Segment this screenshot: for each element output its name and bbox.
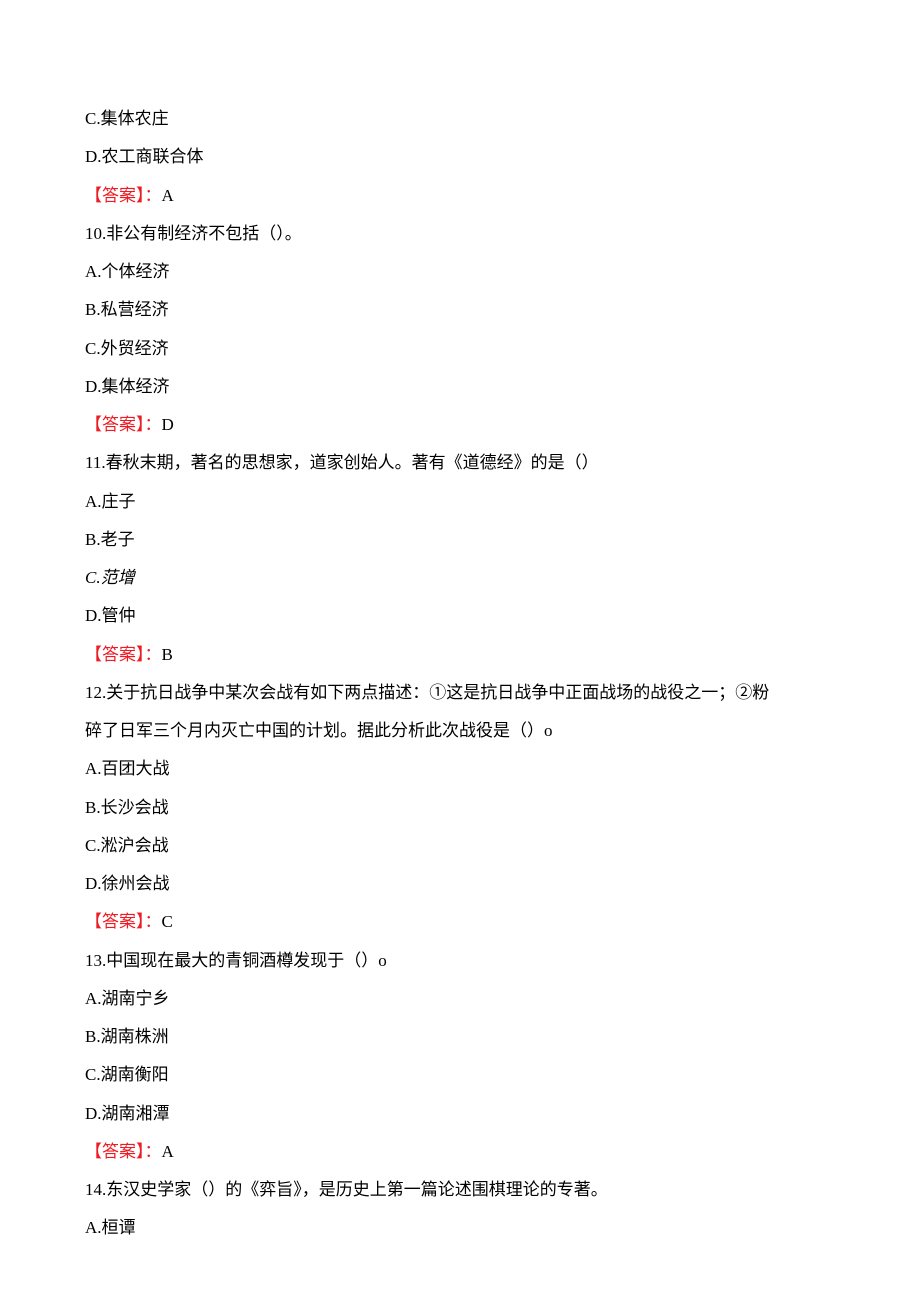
q9-answer-label: 【答案】：: [85, 186, 162, 205]
q11-answer: 【答案】：B: [85, 636, 835, 674]
q12-answer-label: 【答案】：: [85, 912, 162, 931]
q9-option-d: D.农工商联合体: [85, 138, 835, 176]
q14-option-a: A.桓谭: [85, 1209, 835, 1247]
q11-option-a: A.庄子: [85, 483, 835, 521]
q10-stem: 10.非公有制经济不包括（）。: [85, 215, 835, 253]
q9-option-c: C.集体农庄: [85, 100, 835, 138]
q11-answer-value: B: [162, 645, 173, 664]
q10-option-d: D.集体经济: [85, 368, 835, 406]
q11-stem: 11.春秋末期，著名的思想家，道家创始人。著有《道德经》的是（）: [85, 444, 835, 482]
q13-option-d: D.湖南湘潭: [85, 1095, 835, 1133]
q10-option-a: A.个体经济: [85, 253, 835, 291]
q12-answer: 【答案】：C: [85, 903, 835, 941]
document-body: C.集体农庄 D.农工商联合体 【答案】：A 10.非公有制经济不包括（）。 A…: [85, 100, 835, 1248]
q12-answer-value: C: [162, 912, 173, 931]
q13-option-c: C.湖南衡阳: [85, 1056, 835, 1094]
q12-option-d: D.徐州会战: [85, 865, 835, 903]
q13-answer-value: A: [162, 1142, 174, 1161]
q13-option-b: B.湖南株洲: [85, 1018, 835, 1056]
q13-stem: 13.中国现在最大的青铜酒樽发现于（）o: [85, 942, 835, 980]
q10-answer-value: D: [162, 415, 174, 434]
q12-option-a: A.百团大战: [85, 750, 835, 788]
q12-option-c: C.淞沪会战: [85, 827, 835, 865]
q10-option-b: B.私营经济: [85, 291, 835, 329]
q13-answer-label: 【答案】：: [85, 1142, 162, 1161]
q11-answer-label: 【答案】：: [85, 645, 162, 664]
q12-option-b: B.长沙会战: [85, 789, 835, 827]
q11-option-d: D.管仲: [85, 597, 835, 635]
q14-stem: 14.东汉史学家（）的《弈旨》，是历史上第一篇论述围棋理论的专著。: [85, 1171, 835, 1209]
q12-stem-line2: 碎了日军三个月内灭亡中国的计划。据此分析此次战役是（）o: [85, 712, 835, 750]
q10-answer-label: 【答案】：: [85, 415, 162, 434]
q10-answer: 【答案】：D: [85, 406, 835, 444]
q9-answer: 【答案】：A: [85, 177, 835, 215]
q11-option-b: B.老子: [85, 521, 835, 559]
q12-stem-line1: 12.关于抗日战争中某次会战有如下两点描述：①这是抗日战争中正面战场的战役之一；…: [85, 674, 835, 712]
q13-option-a: A.湖南宁乡: [85, 980, 835, 1018]
q10-option-c: C.外贸经济: [85, 330, 835, 368]
q13-answer: 【答案】：A: [85, 1133, 835, 1171]
q11-option-c: C.范增: [85, 559, 835, 597]
q9-answer-value: A: [162, 186, 174, 205]
